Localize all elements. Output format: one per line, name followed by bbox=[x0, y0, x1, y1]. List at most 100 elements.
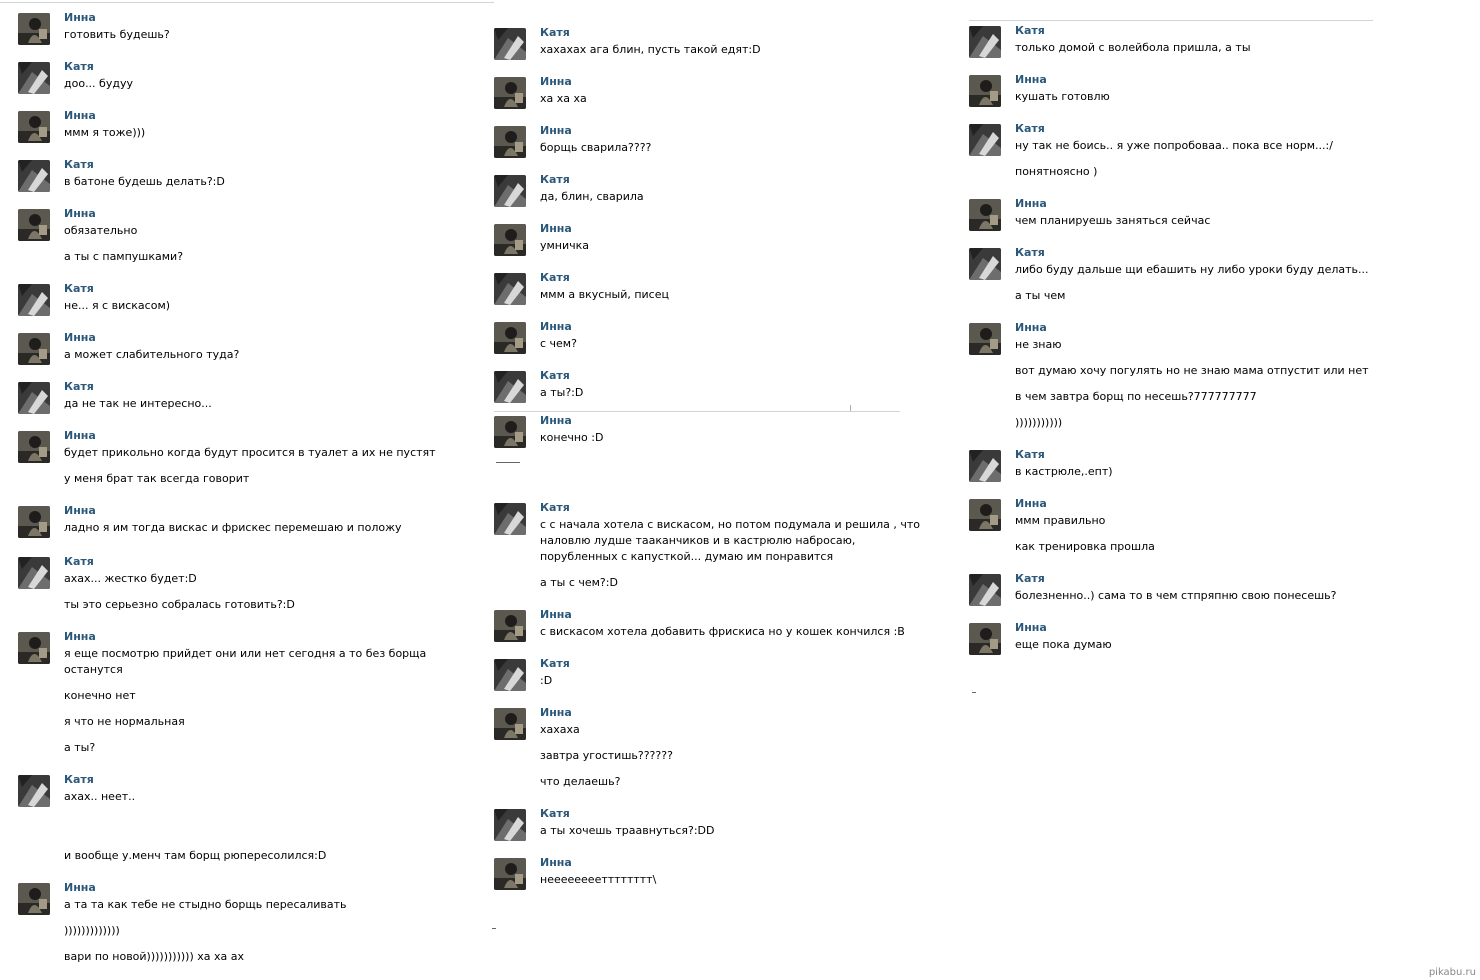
avatar-inna[interactable] bbox=[494, 610, 526, 642]
author-name-link[interactable]: Инна bbox=[540, 706, 572, 719]
author-name-link[interactable]: Инна bbox=[1015, 197, 1047, 210]
author-name-link[interactable]: Катя bbox=[540, 501, 570, 514]
message-text: ну так не боись.. я уже попробоваа.. пок… bbox=[1015, 139, 1333, 152]
message-text: неееееееетттттттт\ bbox=[540, 873, 657, 886]
message-text: болезненно..) сама то в чем стпряпню сво… bbox=[1015, 589, 1337, 602]
message-text: не... я с вискасом) bbox=[64, 299, 171, 312]
avatar-katya[interactable] bbox=[969, 26, 1001, 58]
author-name-link[interactable]: Катя bbox=[540, 271, 570, 284]
author-name-link[interactable]: Катя bbox=[540, 807, 570, 820]
avatar-inna[interactable] bbox=[18, 209, 50, 241]
author-name-link[interactable]: Катя bbox=[1015, 122, 1045, 135]
avatar-katya[interactable] bbox=[494, 809, 526, 841]
message-text: :D bbox=[540, 674, 553, 687]
message-text: ахах... жестко будет:D bbox=[64, 572, 197, 585]
message-text: либо буду дальше щи ебашить ну либо урок… bbox=[1015, 263, 1369, 276]
message-text: а ты с пампушками? bbox=[64, 250, 184, 263]
author-name-link[interactable]: Инна bbox=[1015, 321, 1047, 334]
message-text: конечно :D bbox=[540, 431, 604, 444]
avatar-inna[interactable] bbox=[494, 708, 526, 740]
avatar-inna[interactable] bbox=[18, 333, 50, 365]
message-text: ладно я им тогда вискас и фрискес переме… bbox=[64, 521, 402, 534]
author-name-link[interactable]: Инна bbox=[64, 504, 96, 517]
message-text: я что не нормальная bbox=[64, 715, 185, 728]
avatar-katya[interactable] bbox=[494, 175, 526, 207]
author-name-link[interactable]: Инна bbox=[540, 222, 572, 235]
message-text: в батоне будешь делать?:D bbox=[64, 175, 225, 188]
author-name-link[interactable]: Катя bbox=[64, 773, 94, 786]
author-name-link[interactable]: Катя bbox=[64, 282, 94, 295]
author-name-link[interactable]: Катя bbox=[540, 173, 570, 186]
avatar-katya[interactable] bbox=[969, 574, 1001, 606]
avatar-katya[interactable] bbox=[494, 273, 526, 305]
avatar-inna[interactable] bbox=[494, 77, 526, 109]
author-name-link[interactable]: Инна bbox=[540, 608, 572, 621]
avatar-katya[interactable] bbox=[969, 124, 1001, 156]
author-name-link[interactable]: Катя bbox=[540, 657, 570, 670]
author-name-link[interactable]: Катя bbox=[540, 369, 570, 382]
author-name-link[interactable]: Катя bbox=[540, 26, 570, 39]
author-name-link[interactable]: Катя bbox=[1015, 24, 1045, 37]
avatar-inna[interactable] bbox=[494, 416, 526, 448]
avatar-katya[interactable] bbox=[18, 557, 50, 589]
message-text: останутся bbox=[64, 663, 123, 676]
author-name-link[interactable]: Инна bbox=[540, 414, 572, 427]
author-name-link[interactable]: Катя bbox=[1015, 448, 1045, 461]
avatar-katya[interactable] bbox=[18, 775, 50, 807]
avatar-inna[interactable] bbox=[494, 322, 526, 354]
author-name-link[interactable]: Инна bbox=[1015, 497, 1047, 510]
avatar-katya[interactable] bbox=[18, 62, 50, 94]
author-name-link[interactable]: Инна bbox=[64, 331, 96, 344]
message-text: конечно нет bbox=[64, 689, 136, 702]
avatar-inna[interactable] bbox=[18, 883, 50, 915]
avatar-inna[interactable] bbox=[969, 623, 1001, 655]
author-name-link[interactable]: Инна bbox=[64, 11, 96, 24]
avatar-katya[interactable] bbox=[969, 248, 1001, 280]
author-name-link[interactable]: Катя bbox=[64, 380, 94, 393]
message-text: понятноясно ) bbox=[1015, 165, 1098, 178]
avatar-katya[interactable] bbox=[494, 503, 526, 535]
avatar-inna[interactable] bbox=[969, 75, 1001, 107]
author-name-link[interactable]: Катя bbox=[64, 60, 94, 73]
author-name-link[interactable]: Инна bbox=[1015, 621, 1047, 634]
author-name-link[interactable]: Инна bbox=[540, 124, 572, 137]
author-name-link[interactable]: Инна bbox=[64, 429, 96, 442]
author-name-link[interactable]: Инна bbox=[540, 856, 572, 869]
message-text: в кастрюле,.епт) bbox=[1015, 465, 1113, 478]
author-name-link[interactable]: Катя bbox=[64, 158, 94, 171]
author-name-link[interactable]: Инна bbox=[64, 207, 96, 220]
author-name-link[interactable]: Катя bbox=[1015, 246, 1045, 259]
message-text: а ты?:D bbox=[540, 386, 584, 399]
avatar-inna[interactable] bbox=[494, 224, 526, 256]
author-name-link[interactable]: Инна bbox=[540, 75, 572, 88]
message-text: обязательно bbox=[64, 224, 138, 237]
avatar-inna[interactable] bbox=[18, 632, 50, 664]
author-name-link[interactable]: Катя bbox=[64, 555, 94, 568]
message-text: ммм правильно bbox=[1015, 514, 1106, 527]
author-name-link[interactable]: Инна bbox=[64, 630, 96, 643]
avatar-katya[interactable] bbox=[969, 450, 1001, 482]
author-name-link[interactable]: Инна bbox=[1015, 73, 1047, 86]
avatar-inna[interactable] bbox=[494, 126, 526, 158]
avatar-inna[interactable] bbox=[969, 199, 1001, 231]
message-text: ты это серьезно собралась готовить?:D bbox=[64, 598, 295, 611]
avatar-inna[interactable] bbox=[969, 323, 1001, 355]
author-name-link[interactable]: Инна bbox=[540, 320, 572, 333]
avatar-katya[interactable] bbox=[18, 284, 50, 316]
author-name-link[interactable]: Инна bbox=[64, 881, 96, 894]
author-name-link[interactable]: Инна bbox=[64, 109, 96, 122]
avatar-inna[interactable] bbox=[18, 13, 50, 45]
avatar-inna[interactable] bbox=[969, 499, 1001, 531]
avatar-katya[interactable] bbox=[494, 28, 526, 60]
avatar-inna[interactable] bbox=[494, 858, 526, 890]
avatar-inna[interactable] bbox=[18, 506, 50, 538]
avatar-katya[interactable] bbox=[494, 659, 526, 691]
author-name-link[interactable]: Катя bbox=[1015, 572, 1045, 585]
avatar-katya[interactable] bbox=[18, 160, 50, 192]
avatar-inna[interactable] bbox=[18, 431, 50, 463]
avatar-katya[interactable] bbox=[494, 371, 526, 403]
message-text: готовить будешь? bbox=[64, 28, 170, 41]
avatar-katya[interactable] bbox=[18, 382, 50, 414]
avatar-inna[interactable] bbox=[18, 111, 50, 143]
message-text: ))))))))))) bbox=[1015, 416, 1063, 429]
